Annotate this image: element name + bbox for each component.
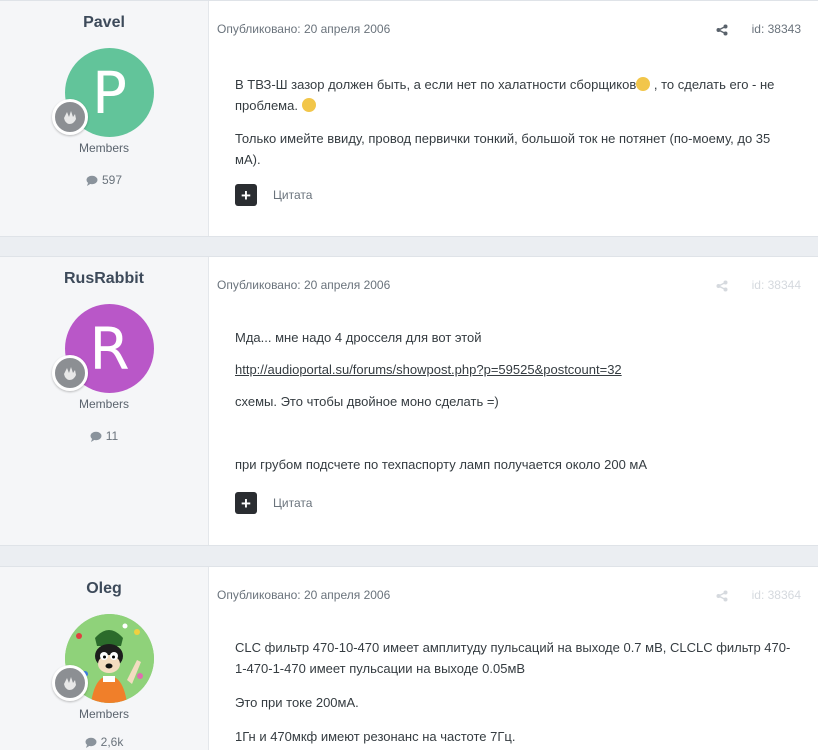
post-paragraph: CLC фильтр 470-10-470 имеет амплитуду пу… [235,640,791,676]
post-paragraph: В ТВЗ-Ш зазор должен быть, а если нет по… [235,77,775,113]
comment-icon [90,431,102,442]
post: Oleg Members 2,6k Опубликовано: 20 апрел… [0,566,818,750]
post-date[interactable]: Опубликовано: 20 апреля 2006 [217,278,390,292]
rank-badge-icon [52,99,88,135]
rank-badge-icon [52,355,88,391]
share-icon[interactable] [716,589,728,607]
post-count-value: 597 [101,173,123,187]
post-body: В ТВЗ-Ш зазор должен быть, а если нет по… [235,74,798,182]
post-body: CLC фильтр 470-10-470 имеет амплитуду пу… [235,637,798,750]
share-icon[interactable] [716,23,728,41]
quote-row: + Цитата [235,184,312,206]
rank-badge-icon [52,665,88,701]
post: Pavel P Members 597 Опубликовано: 20 апр… [0,0,818,237]
post-paragraph: при грубом подсчете по техпаспорту ламп … [235,457,648,472]
quote-button[interactable]: Цитата [273,496,312,510]
post-count-value: 11 [105,429,119,443]
post: RusRabbit R Members 11 Опубликовано: 20 … [0,256,818,546]
devil-emoji-icon [636,77,651,91]
post-id[interactable]: id: 38343 [752,22,801,36]
share-icon[interactable] [716,279,728,297]
avatar-letter: P [92,58,127,127]
post-id[interactable]: id: 38344 [752,278,801,292]
post-count: 597 [0,173,208,187]
comment-icon [86,175,98,186]
author-panel: RusRabbit R Members 11 [0,257,209,545]
author-panel: Pavel P Members 597 [0,1,209,236]
multiquote-plus-button[interactable]: + [235,184,257,206]
multiquote-plus-button[interactable]: + [235,492,257,514]
post-paragraph: схемы. Это чтобы двойное моно сделать =) [235,394,499,409]
quote-button[interactable]: Цитата [273,188,312,202]
comment-icon [85,737,97,748]
member-group: Members [78,397,129,411]
post-date[interactable]: Опубликовано: 20 апреля 2006 [217,588,390,602]
author-name[interactable]: RusRabbit [0,270,208,288]
post-paragraph: Это при токе 200мА. [235,695,359,710]
post-id[interactable]: id: 38364 [752,588,801,602]
post-count: 2,6k [0,735,208,749]
post-count-value: 2,6k [100,735,124,749]
author-name[interactable]: Oleg [0,580,208,598]
post-count: 11 [0,429,208,443]
smile-emoji-icon [301,98,316,112]
member-group: Members [78,141,129,155]
post-content: Опубликовано: 20 апреля 2006 id: 38364 C… [209,567,818,750]
author-panel: Oleg Members 2,6k [0,567,209,750]
post-content: Опубликовано: 20 апреля 2006 id: 38343 В… [209,1,818,236]
post-paragraph: Мда... мне надо 4 дросселя для вот этой [235,330,482,345]
author-name[interactable]: Pavel [0,14,208,32]
member-group: Members [78,707,129,721]
avatar-letter: R [89,314,130,383]
post-content: Опубликовано: 20 апреля 2006 id: 38344 М… [209,257,818,545]
external-link[interactable]: http://audioportal.su/forums/showpost.ph… [235,362,622,377]
post-paragraph: http://audioportal.su/forums/showpost.ph… [235,359,798,380]
post-paragraph: 1Гн и 470мкф имеют резонанс на частоте 7… [235,729,516,744]
post-paragraph: Только имейте ввиду, провод первички тон… [235,131,771,167]
quote-row: + Цитата [235,492,312,514]
post-body: Мда... мне надо 4 дросселя для вот этой … [235,327,798,487]
post-date[interactable]: Опубликовано: 20 апреля 2006 [217,22,390,36]
